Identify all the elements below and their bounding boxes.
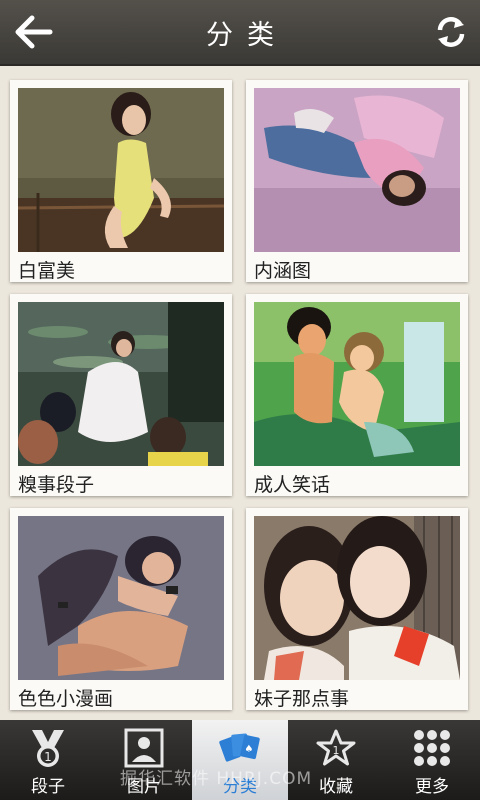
category-grid: 白富美 内涵图 糗事段子 成人笑话 色色小漫画 妹子那点事 — [0, 66, 480, 720]
svg-text:1: 1 — [333, 744, 340, 757]
category-card-mei-zi-na-dian-shi[interactable]: 妹子那点事 — [246, 508, 468, 710]
top-bar: 分类 — [0, 0, 480, 66]
category-card-cheng-ren-xiao-hua[interactable]: 成人笑话 — [246, 294, 468, 496]
category-label: 妹子那点事 — [254, 688, 350, 710]
category-photo — [18, 88, 224, 252]
picture-icon — [124, 728, 164, 768]
tab-label: 段子 — [31, 777, 65, 797]
category-photo — [18, 302, 224, 466]
category-label: 成人笑话 — [254, 474, 331, 496]
category-photo — [18, 516, 224, 680]
medal-icon: 1 — [32, 730, 64, 767]
category-card-nei-han-tu[interactable]: 内涵图 — [246, 80, 468, 282]
watermark: 掘华汇软件 HHRJ.COM — [120, 769, 313, 789]
svg-text:1: 1 — [44, 750, 52, 764]
category-label: 色色小漫画 — [18, 688, 114, 710]
cards-icon: ♠ — [219, 733, 260, 762]
svg-text:♠: ♠ — [245, 744, 254, 755]
category-label: 内涵图 — [254, 260, 312, 282]
category-photo — [254, 516, 460, 680]
star-icon: 1 — [316, 729, 356, 766]
refresh-button[interactable] — [434, 14, 468, 50]
refresh-icon — [437, 17, 465, 47]
tab-duanzi[interactable]: 1 段子 — [0, 720, 96, 800]
tab-gengduo[interactable]: 更多 — [384, 720, 480, 800]
category-label: 白富美 — [18, 260, 76, 282]
grid-icon — [414, 730, 450, 766]
category-card-bai-fu-mei[interactable]: 白富美 — [10, 80, 232, 282]
category-photo — [254, 88, 460, 252]
tab-label: 更多 — [415, 777, 449, 797]
back-button[interactable] — [14, 14, 54, 50]
category-photo — [254, 302, 460, 466]
category-card-qiu-shi-duan-zi[interactable]: 糗事段子 — [10, 294, 232, 496]
category-card-se-se-xiao-man-hua[interactable]: 色色小漫画 — [10, 508, 232, 710]
arrow-left-icon — [15, 15, 53, 49]
category-label: 糗事段子 — [18, 474, 95, 496]
page-title: 分类 — [206, 19, 288, 51]
